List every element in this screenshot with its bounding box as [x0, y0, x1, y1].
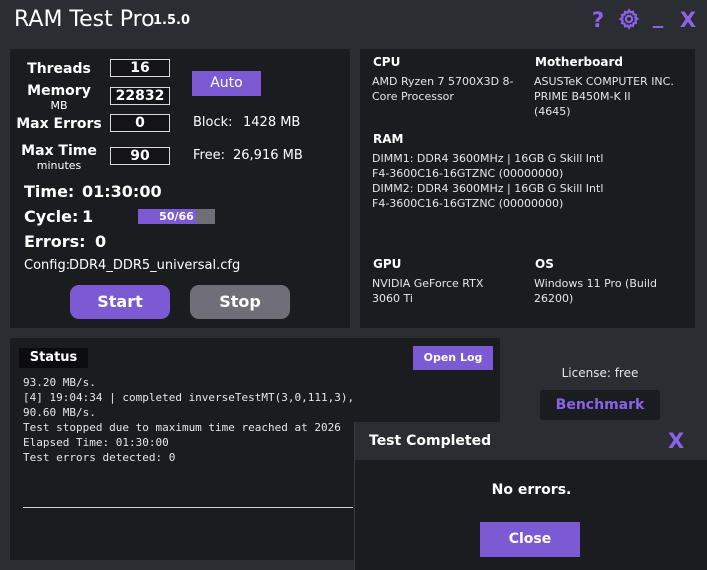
config-value: DDR4_DDR5_universal.cfg [69, 258, 241, 273]
memory-unit-label: MB [50, 99, 68, 112]
gpu-value: NVIDIA GeForce RTX 3060 Ti [372, 276, 522, 306]
motherboard-label: Motherboard [535, 55, 623, 69]
max-time-unit-label: minutes [36, 159, 82, 172]
log-line: Elapsed Time: 01:30:00 [23, 436, 169, 449]
motherboard-line: PRIME B450M-K II [534, 90, 631, 103]
license-label: License: free [561, 366, 639, 380]
ram-line: F4-3600C16-16GTZNC (00000000) [372, 197, 564, 210]
dialog-close-icon[interactable]: X [668, 429, 684, 453]
max-time-input[interactable]: 90 [110, 147, 170, 165]
cpu-value: AMD Ryzen 7 5700X3D 8- Core Processor [372, 74, 527, 104]
status-log[interactable]: 93.20 MB/s. [4] 19:04:34 | completed inve… [23, 375, 353, 510]
max-errors-input[interactable]: 0 [110, 114, 170, 132]
status-tab[interactable]: Status [19, 348, 88, 368]
log-divider [23, 507, 353, 508]
test-completed-dialog: Test Completed X No errors. Close [354, 422, 707, 570]
cpu-line: AMD Ryzen 7 5700X3D 8- [372, 75, 514, 88]
stop-button[interactable]: Stop [190, 285, 290, 319]
block-value: 1428 MB [243, 115, 301, 130]
time-label: Time: [24, 182, 75, 201]
gear-icon-glyph [618, 8, 640, 30]
ram-line: F4-3600C16-16GTZNC (00000000) [372, 167, 564, 180]
cpu-line: Core Processor [372, 90, 454, 103]
cpu-label: CPU [373, 55, 401, 69]
log-line: 93.20 MB/s. [23, 376, 96, 389]
help-icon[interactable]: ? [589, 8, 607, 32]
os-line: 26200) [534, 292, 574, 305]
log-line: Test stopped due to maximum time reached… [23, 421, 341, 434]
start-button[interactable]: Start [70, 285, 170, 319]
errors-label: Errors: [24, 232, 86, 251]
open-log-button[interactable]: Open Log [413, 346, 493, 370]
gear-icon[interactable] [617, 8, 641, 35]
os-line: Windows 11 Pro (Build [534, 277, 657, 290]
ram-line: DIMM1: DDR4 3600MHz | 16GB G Skill Intl [372, 152, 604, 165]
threads-label: Threads [27, 61, 91, 77]
max-errors-label: Max Errors [16, 116, 102, 132]
log-line: Test errors detected: 0 [23, 451, 176, 464]
free-value: 26,916 MB [233, 148, 303, 163]
app-version: 1.5.0 [153, 13, 191, 28]
benchmark-button[interactable]: Benchmark [540, 390, 660, 420]
config-label: Config: [24, 258, 71, 273]
motherboard-value: ASUSTeK COMPUTER INC. PRIME B450M-K II (… [534, 74, 694, 119]
log-line: 90.60 MB/s. [23, 406, 96, 419]
log-line: [4] 19:04:34 | completed inverseTestMT(3… [23, 391, 353, 404]
gpu-line: NVIDIA GeForce RTX [372, 277, 484, 290]
memory-label: Memory [27, 83, 91, 99]
time-value: 01:30:00 [82, 182, 162, 201]
threads-input[interactable]: 16 [110, 59, 170, 77]
block-label: Block: [193, 115, 233, 130]
errors-value: 0 [95, 232, 107, 251]
title-bar: RAM Test Pro 1.5.0 ? _ X [0, 0, 707, 44]
cycle-label: Cycle: [24, 207, 79, 226]
minimize-icon[interactable]: _ [650, 4, 666, 28]
dialog-title: Test Completed [369, 433, 492, 449]
ram-line: DIMM2: DDR4 3600MHz | 16GB G Skill Intl [372, 182, 604, 195]
free-label: Free: [193, 148, 225, 163]
auto-button[interactable]: Auto [192, 71, 261, 96]
ram-value: DIMM1: DDR4 3600MHz | 16GB G Skill Intl … [372, 151, 682, 211]
motherboard-line: ASUSTeK COMPUTER INC. [534, 75, 674, 88]
cycle-value: 1 [82, 207, 94, 226]
os-label: OS [535, 257, 554, 271]
app-title: RAM Test Pro [14, 7, 155, 32]
gpu-label: GPU [373, 257, 402, 271]
cycle-progress-bar: 50/66 [138, 209, 215, 224]
motherboard-line: (4645) [534, 105, 571, 118]
dialog-close-button[interactable]: Close [480, 522, 580, 557]
os-value: Windows 11 Pro (Build 26200) [534, 276, 689, 306]
dialog-header: Test Completed X [355, 422, 707, 460]
close-icon[interactable]: X [679, 8, 697, 32]
gpu-line: 3060 Ti [372, 292, 413, 305]
max-time-label: Max Time [21, 143, 97, 159]
dialog-message: No errors. [491, 482, 572, 498]
ram-label: RAM [373, 132, 404, 146]
memory-input[interactable]: 22832 [110, 87, 170, 105]
cycle-progress-text: 50/66 [159, 210, 194, 223]
